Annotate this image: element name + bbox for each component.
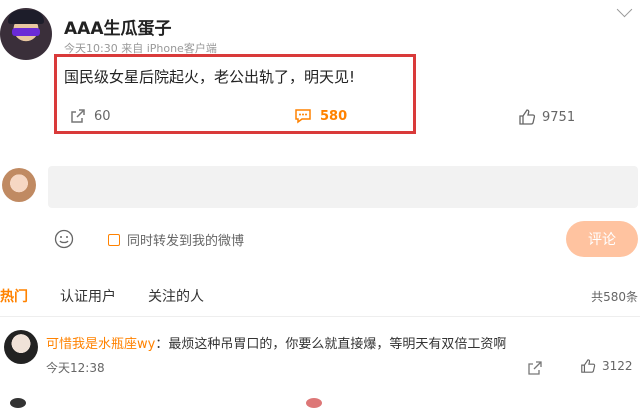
comment-total: 共580条 [591,290,638,304]
commenter-avatar[interactable] [4,330,38,364]
like-icon [581,359,596,373]
like-icon [519,109,536,125]
my-avatar [2,168,36,202]
author-avatar[interactable] [0,8,52,60]
sync-checkbox[interactable] [108,233,120,246]
repost-count: 60 [94,108,111,124]
next-commenter-avatar [306,398,322,408]
comment-input[interactable] [48,166,638,208]
comment-tabs: 热门 认证用户 关注的人 [0,286,236,306]
comment-share-button[interactable] [528,360,542,379]
like-count: 9751 [542,109,576,125]
repost-button[interactable]: 60 [70,108,111,124]
emoji-icon [54,229,74,249]
comment-item: 可惜我是水瓶座wy：最烦这种吊胃口的，你要么就直接爆，等明天有双倍工资啊 [46,333,506,352]
comment-count: 580 [320,108,348,124]
chevron-down-icon[interactable] [616,1,633,18]
tab-following[interactable]: 关注的人 [148,286,204,306]
comment-like-button[interactable]: 3122 [580,358,633,374]
comment-icon [295,109,311,124]
avatar-glasses [12,28,40,36]
sync-label: 同时转发到我的微博 [127,234,245,249]
tab-verified[interactable]: 认证用户 [60,286,116,306]
submit-comment-button[interactable]: 评论 [566,221,638,257]
divider [0,316,640,317]
repost-icon [71,109,85,123]
avatar-hair [8,10,44,24]
post-text: 国民级女星后院起火，老公出轨了，明天见! [64,68,356,86]
share-icon [528,361,542,375]
author-username[interactable]: AAA生瓜蛋子 [64,14,171,39]
commenter-username[interactable]: 可惜我是水瓶座wy [46,337,155,352]
next-commenter-avatar [10,398,26,408]
comment-button[interactable]: 580 [294,108,347,124]
tab-hot[interactable]: 热门 [0,286,28,306]
comment-like-count: 3122 [602,359,633,373]
comment-time: 今天12:38 [46,361,105,375]
comment-text: ：最烦这种吊胃口的，你要么就直接爆，等明天有双倍工资啊 [155,337,507,352]
emoji-button[interactable] [54,229,74,253]
like-button[interactable]: 9751 [518,108,575,126]
sync-repost-option[interactable]: 同时转发到我的微博 [108,230,244,249]
